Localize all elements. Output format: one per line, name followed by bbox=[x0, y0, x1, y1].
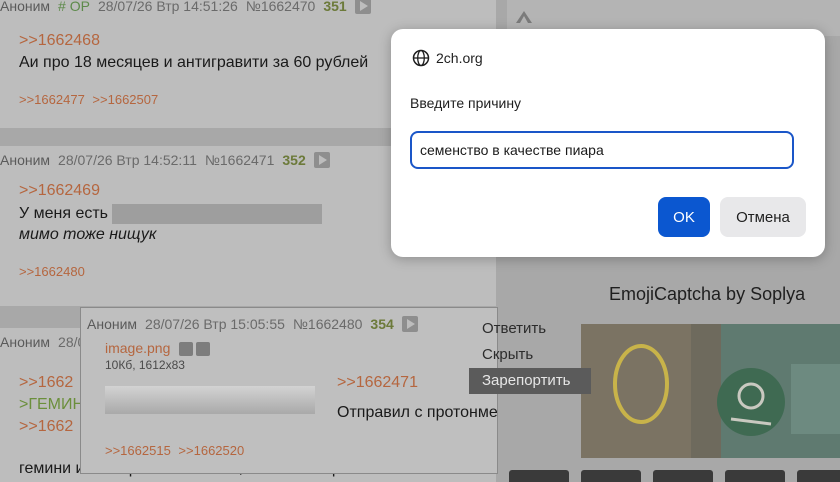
captcha-title: EmojiCaptcha by Soplya bbox=[609, 284, 806, 304]
post-count: 351 bbox=[323, 0, 347, 14]
post-number[interactable]: №1662471 bbox=[205, 152, 275, 168]
ok-button[interactable]: OK bbox=[658, 197, 710, 237]
post-preview-1662480: Аноним 28/07/26 Втр 15:05:55 №1662480 35… bbox=[80, 307, 498, 474]
menu-item-hide[interactable]: Скрыть bbox=[469, 342, 591, 368]
search-icon[interactable] bbox=[178, 341, 193, 356]
post-date: 28/07/26 Втр 14:52:11 bbox=[58, 152, 197, 168]
backlinks: >>1662480 bbox=[19, 264, 496, 279]
menu-item-reply[interactable]: Ответить bbox=[469, 316, 591, 342]
dialog-message: Введите причину bbox=[410, 95, 522, 111]
file-meta: 10Кб, 1612x83 bbox=[105, 358, 185, 372]
captcha-image[interactable] bbox=[581, 324, 840, 458]
download-icon[interactable] bbox=[195, 341, 210, 356]
italic-text: мимо тоже нищук bbox=[19, 226, 157, 243]
play-icon[interactable] bbox=[313, 152, 330, 168]
backlink[interactable]: >>1662515 bbox=[105, 443, 171, 458]
poster-name: Аноним bbox=[0, 152, 51, 168]
captcha-button[interactable] bbox=[725, 470, 785, 482]
preview-header: Аноним 28/07/26 Втр 15:05:55 №1662480 35… bbox=[81, 308, 497, 340]
op-tag: # OP bbox=[58, 0, 90, 14]
menu-item-report[interactable]: Зарепортить bbox=[469, 368, 591, 394]
captcha-button[interactable] bbox=[509, 470, 569, 482]
file-thumbnail[interactable] bbox=[105, 386, 315, 414]
post-text-line: У меня есть bbox=[19, 205, 109, 223]
page: Аноним # OP 28/07/26 Втр 14:51:26 №16624… bbox=[0, 0, 840, 482]
captcha-button[interactable] bbox=[653, 470, 713, 482]
logo-icon bbox=[516, 11, 532, 23]
post-number[interactable]: №1662470 bbox=[246, 0, 316, 14]
post-date: 28/07/26 Втр 15:05:55 bbox=[145, 316, 285, 332]
captcha-button[interactable] bbox=[581, 470, 641, 482]
play-icon[interactable] bbox=[354, 0, 371, 14]
captcha-art-icon bbox=[581, 324, 840, 458]
backlink[interactable]: >>1662477 bbox=[19, 92, 85, 107]
backlink[interactable]: >>1662507 bbox=[92, 92, 158, 107]
context-menu: Ответить Скрыть Зарепортить bbox=[469, 316, 591, 394]
backlink[interactable]: >>1662480 bbox=[19, 264, 85, 279]
globe-icon bbox=[412, 49, 430, 67]
post-date: 28/07/26 Втр 14:51:26 bbox=[97, 0, 238, 14]
backlink[interactable]: >>1662520 bbox=[178, 443, 244, 458]
post-text: Отправил с протонмейла bbox=[337, 404, 498, 421]
dialog-origin: 2ch.org bbox=[412, 49, 483, 67]
post-count: 354 bbox=[370, 316, 394, 332]
captcha-button[interactable] bbox=[797, 470, 840, 482]
captcha-buttons bbox=[509, 470, 840, 482]
post-header: Аноним # OP 28/07/26 Втр 14:51:26 №16624… bbox=[0, 0, 496, 20]
file-icons bbox=[178, 341, 210, 356]
file-info: image.png 10Кб, 1612x83 bbox=[81, 340, 497, 372]
poster-name: Аноним bbox=[0, 334, 51, 350]
reason-input[interactable] bbox=[410, 131, 794, 169]
backlinks: >>1662515 >>1662520 bbox=[105, 443, 248, 458]
dialog-origin-text: 2ch.org bbox=[436, 50, 483, 66]
file-name[interactable]: image.png bbox=[105, 340, 170, 356]
reply-link[interactable]: >>1662471 bbox=[337, 374, 418, 392]
post-count: 352 bbox=[282, 152, 306, 168]
play-icon[interactable] bbox=[401, 316, 418, 332]
poster-name: Аноним bbox=[87, 316, 138, 332]
prompt-dialog: 2ch.org Введите причину OK Отмена bbox=[391, 29, 825, 257]
poster-name: Аноним bbox=[0, 0, 51, 14]
spoiler[interactable] bbox=[112, 204, 323, 224]
post-number[interactable]: №1662480 bbox=[293, 316, 363, 332]
cancel-button[interactable]: Отмена bbox=[720, 197, 806, 237]
